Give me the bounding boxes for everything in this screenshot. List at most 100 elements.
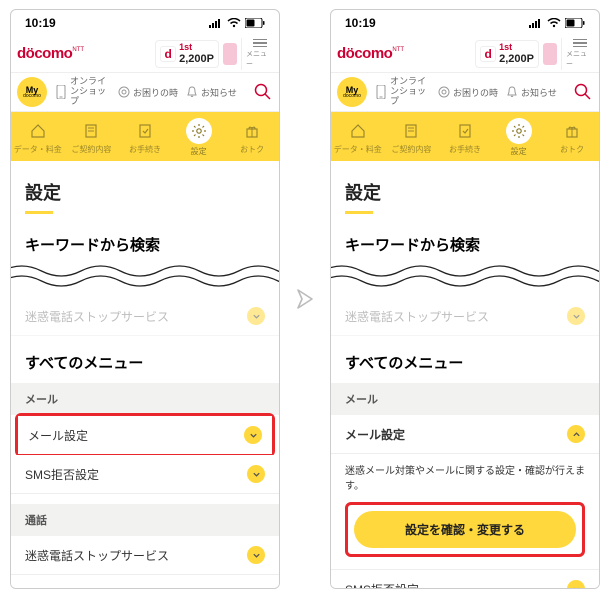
tab-contract[interactable]: ご契約内容 <box>65 112 119 161</box>
category-call: 通話 <box>11 504 279 536</box>
gear-icon <box>506 118 532 144</box>
home-icon <box>27 120 49 142</box>
page-title: 設定 <box>331 161 599 220</box>
notifications-link[interactable]: お知らせ <box>186 86 237 99</box>
online-shop-link[interactable]: オンラインショップ <box>55 77 110 107</box>
tab-procedures[interactable]: お手続き <box>438 112 492 161</box>
phone-screen-right: 10:19 döcomoNTT d 1st 2,200P メニュー <box>330 9 600 589</box>
tab-settings[interactable]: 設定 <box>172 112 226 161</box>
document-icon <box>80 120 102 142</box>
tab-data[interactable]: データ・料金 <box>11 112 65 161</box>
tab-data[interactable]: データ・料金 <box>331 112 385 161</box>
chevron-down-icon <box>247 307 265 325</box>
status-time: 10:19 <box>25 16 56 30</box>
tab-deals[interactable]: おトク <box>225 112 279 161</box>
confirm-change-button[interactable]: 設定を確認・変更する <box>354 511 576 548</box>
wifi-icon <box>227 18 241 28</box>
menu-button[interactable]: メニュー <box>241 38 273 70</box>
d-badge-icon: d <box>480 46 496 62</box>
signal-icon <box>209 18 223 28</box>
gift-icon <box>241 120 263 142</box>
status-icons <box>209 18 265 28</box>
help-icon <box>118 86 130 98</box>
chevron-down-icon <box>247 546 265 564</box>
category-mail: メール <box>11 383 279 415</box>
chevron-up-icon <box>567 425 585 443</box>
promo-pill[interactable] <box>223 43 237 65</box>
help-link[interactable]: お困りの時 <box>438 86 498 99</box>
hamburger-icon <box>253 39 267 48</box>
phone-icon <box>55 86 67 98</box>
status-bar: 10:19 <box>11 10 279 36</box>
notifications-link[interactable]: お知らせ <box>506 86 557 99</box>
tab-procedures[interactable]: お手続き <box>118 112 172 161</box>
row-sms-block[interactable]: SMS拒否設定 <box>331 570 599 588</box>
all-menu-title: すべてのメニュー <box>331 336 599 383</box>
category-mail: メール <box>331 383 599 415</box>
docomo-logo: döcomoNTT <box>17 45 84 63</box>
phone-screen-left: 10:19 döcomoNTT d 1st 2,200P メニュー <box>10 9 280 589</box>
mail-settings-expanded: 迷惑メール対策やメールに関する設定・確認が行えます。 設定を確認・変更する <box>331 454 599 570</box>
content-area: 設定 キーワードから検索 迷惑電話ストップサービス すべてのメニュー メール メ… <box>11 161 279 588</box>
tab-bar: データ・料金 ご契約内容 お手続き 設定 おトク <box>331 112 599 161</box>
row-mail-settings[interactable]: メール設定 <box>18 416 272 454</box>
row-spam-call[interactable]: 迷惑電話ストップサービス <box>11 536 279 575</box>
home-icon <box>347 120 369 142</box>
d-points[interactable]: d 1st 2,200P <box>155 40 219 68</box>
transition-arrow <box>292 286 318 312</box>
keyword-search-title: キーワードから検索 <box>11 220 279 263</box>
highlight-mail-settings-row: メール設定 <box>15 413 275 457</box>
help-icon <box>438 86 450 98</box>
truncation-wave <box>331 263 599 297</box>
tab-settings[interactable]: 設定 <box>492 112 546 161</box>
help-link[interactable]: お困りの時 <box>118 86 178 99</box>
chevron-down-icon <box>567 580 585 588</box>
page-title: 設定 <box>11 161 279 220</box>
status-time: 10:19 <box>345 16 376 30</box>
keyword-search-title: キーワードから検索 <box>331 220 599 263</box>
status-icons <box>529 18 585 28</box>
row-sms-block[interactable]: SMS拒否設定 <box>11 455 279 494</box>
list-row-truncated[interactable]: 迷惑電話ストップサービス <box>331 297 599 336</box>
d-badge-icon: d <box>160 46 176 62</box>
tab-deals[interactable]: おトク <box>545 112 599 161</box>
chevron-down-icon <box>567 307 585 325</box>
all-menu-title: すべてのメニュー <box>11 336 279 383</box>
app-header: döcomoNTT d 1st 2,200P メニュー <box>11 36 279 73</box>
tab-bar: データ・料金 ご契約内容 お手続き 設定 おトク <box>11 112 279 161</box>
d-points[interactable]: d 1st 2,200P <box>475 40 539 68</box>
docomo-logo: döcomoNTT <box>337 45 404 63</box>
bell-icon <box>506 86 518 98</box>
bell-icon <box>186 86 198 98</box>
search-icon[interactable] <box>253 82 273 102</box>
promo-pill[interactable] <box>543 43 557 65</box>
truncation-wave <box>11 263 279 297</box>
menu-button[interactable]: メニュー <box>561 38 593 70</box>
content-area: 設定 キーワードから検索 迷惑電話ストップサービス すべてのメニュー メール メ… <box>331 161 599 588</box>
online-shop-link[interactable]: オンラインショップ <box>375 77 430 107</box>
battery-icon <box>565 18 585 28</box>
status-bar: 10:19 <box>331 10 599 36</box>
form-icon <box>134 120 156 142</box>
app-header: döcomoNTT d 1st 2,200P メニュー <box>331 36 599 73</box>
highlight-confirm-button: 設定を確認・変更する <box>345 502 585 557</box>
my-docomo-badge[interactable]: My docomo <box>337 77 367 107</box>
form-icon <box>454 120 476 142</box>
list-row-truncated[interactable]: 迷惑電話ストップサービス <box>11 297 279 336</box>
search-icon[interactable] <box>573 82 593 102</box>
hamburger-icon <box>573 39 587 48</box>
signal-icon <box>529 18 543 28</box>
document-icon <box>400 120 422 142</box>
row-mail-settings[interactable]: メール設定 <box>331 415 599 454</box>
expanded-description: 迷惑メール対策やメールに関する設定・確認が行えます。 <box>345 464 585 494</box>
phone-icon <box>375 86 387 98</box>
tab-contract[interactable]: ご契約内容 <box>385 112 439 161</box>
chevron-down-icon <box>244 426 262 444</box>
battery-icon <box>245 18 265 28</box>
sub-header: My docomo オンラインショップ お困りの時 お知らせ <box>11 73 279 112</box>
chevron-down-icon <box>247 465 265 483</box>
gift-icon <box>561 120 583 142</box>
my-docomo-badge[interactable]: My docomo <box>17 77 47 107</box>
gear-icon <box>186 118 212 144</box>
wifi-icon <box>547 18 561 28</box>
